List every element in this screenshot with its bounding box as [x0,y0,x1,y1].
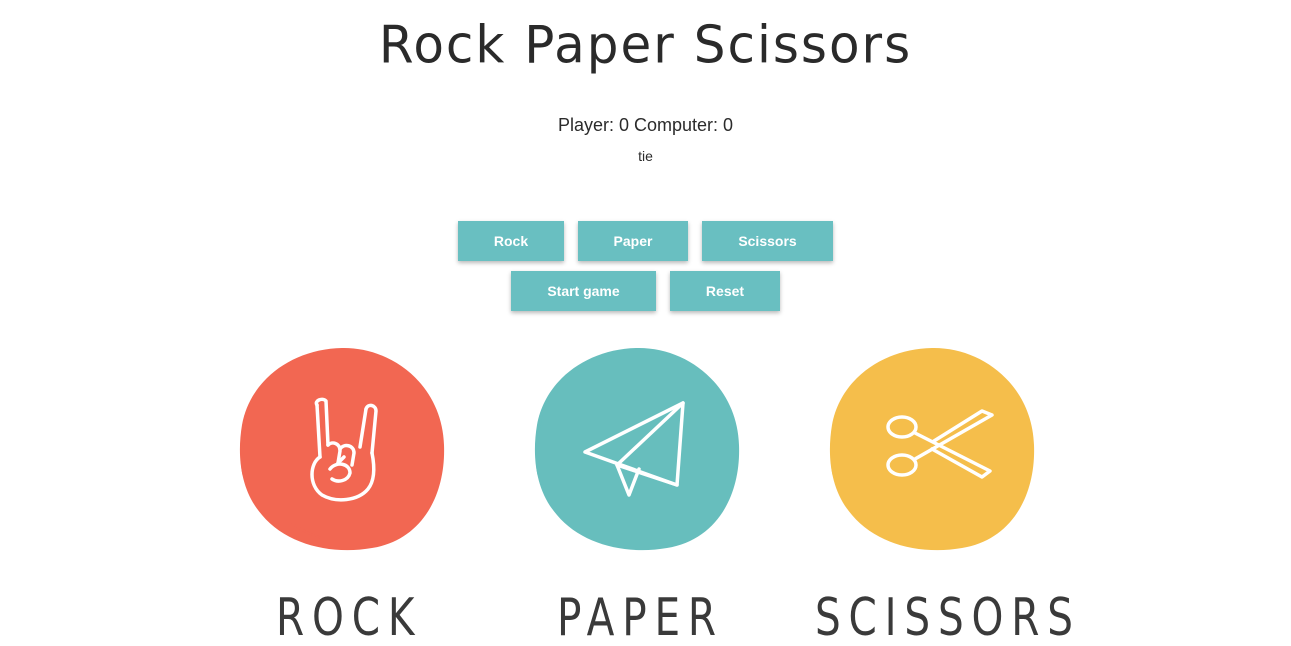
scissors-icon [829,347,1035,551]
scissors-button[interactable]: Scissors [702,221,833,261]
round-result: tie [638,148,653,164]
rock-button[interactable]: Rock [458,221,564,261]
page: Rock Paper Scissors Player: 0 Computer: … [0,0,1291,646]
paper-card-label: PAPER [557,588,724,646]
paper-plane-icon [534,347,740,551]
rock-card-label: ROCK [276,588,423,646]
paper-button[interactable]: Paper [578,221,688,261]
rock-hand-icon [239,347,445,551]
scissors-card-label: SCISSORS [815,588,1081,646]
page-title: Rock Paper Scissors [378,14,913,76]
start-game-button[interactable]: Start game [511,271,656,311]
reset-button[interactable]: Reset [670,271,780,311]
score-display: Player: 0 Computer: 0 [557,115,734,135]
